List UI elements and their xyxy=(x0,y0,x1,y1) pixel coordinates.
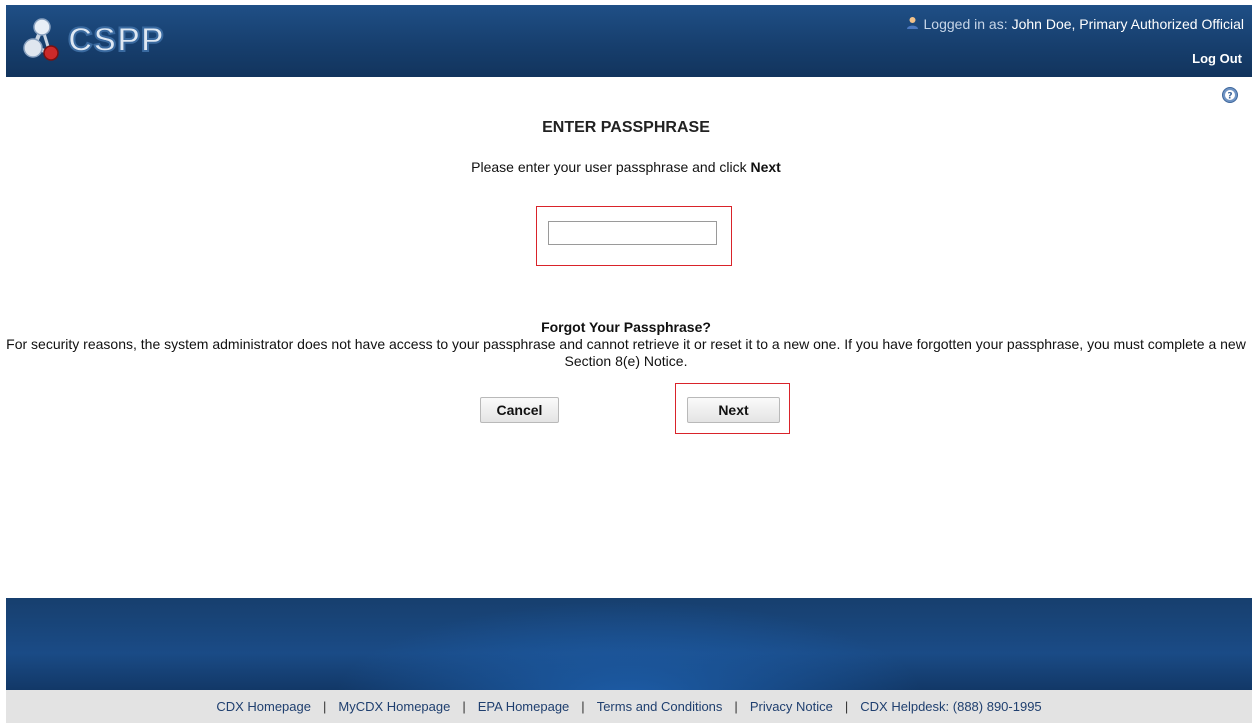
user-icon xyxy=(906,16,919,32)
cspp-logo[interactable]: CSPP xyxy=(22,15,165,65)
forgot-passphrase-text: For security reasons, the system adminis… xyxy=(6,336,1246,369)
help-icon[interactable]: ? xyxy=(1222,87,1238,108)
svg-text:?: ? xyxy=(1227,92,1232,102)
login-info: Logged in as: John Doe, Primary Authoriz… xyxy=(906,16,1244,32)
footer-link-helpdesk[interactable]: CDX Helpdesk: (888) 890-1995 xyxy=(860,699,1041,714)
instruction-text: Please enter your user passphrase and cl… xyxy=(0,159,1252,175)
footer-link-terms[interactable]: Terms and Conditions xyxy=(597,699,723,714)
footer-link-epa-homepage[interactable]: EPA Homepage xyxy=(478,699,570,714)
logged-in-label: Logged in as: xyxy=(923,16,1008,32)
forgot-passphrase-title: Forgot Your Passphrase? xyxy=(541,319,711,335)
footer-separator: | xyxy=(462,699,466,714)
footer-separator: | xyxy=(322,699,327,714)
logo-text: CSPP xyxy=(67,20,165,60)
molecule-logo-icon xyxy=(23,18,59,61)
footer-link-cdx-homepage[interactable]: CDX Homepage xyxy=(216,699,311,714)
next-button[interactable]: Next xyxy=(687,397,780,423)
logout-link[interactable]: Log Out xyxy=(1192,51,1242,66)
user-name: John Doe, Primary Authorized Official xyxy=(1011,16,1244,32)
footer-separator: | xyxy=(581,699,585,714)
footer-separator: | xyxy=(844,699,849,714)
footer-separator: | xyxy=(734,699,738,714)
footer-banner xyxy=(6,598,1252,690)
instruction-next-word: Next xyxy=(750,159,781,175)
passphrase-input[interactable] xyxy=(548,221,717,245)
page-title: ENTER PASSPHRASE xyxy=(542,119,710,136)
app-header: CSPP Logged in as: John Doe, Primary Aut… xyxy=(6,5,1252,77)
cancel-button[interactable]: Cancel xyxy=(480,397,559,423)
footer-link-privacy[interactable]: Privacy Notice xyxy=(750,699,833,714)
footer-link-mycdx-homepage[interactable]: MyCDX Homepage xyxy=(338,699,450,714)
instruction-prefix: Please enter your user passphrase and cl… xyxy=(471,159,747,175)
footer-links: CDX Homepage | MyCDX Homepage | EPA Home… xyxy=(6,690,1252,723)
